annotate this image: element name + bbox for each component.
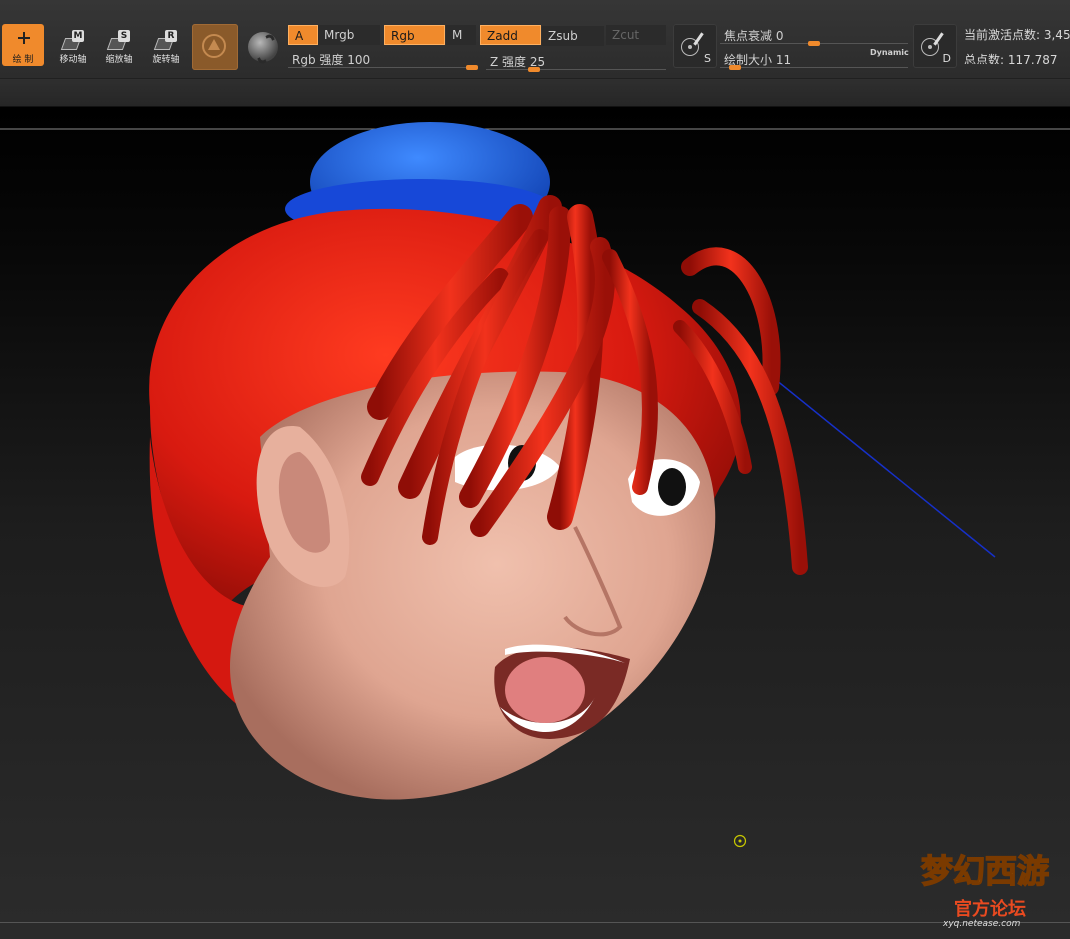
draw-size-knob[interactable]: [729, 65, 741, 70]
material-triangle-icon: [208, 39, 220, 50]
material-button[interactable]: [192, 24, 238, 70]
rgb-intensity-slider[interactable]: Rgb 强度 100: [288, 48, 478, 70]
canvas-viewport[interactable]: 梦幻西游 官方论坛: [0, 107, 1070, 922]
toggle-mrgb[interactable]: Mrgb: [318, 25, 380, 45]
z-intensity-slider[interactable]: Z 强度 25: [486, 50, 666, 72]
rgb-intensity-label: Rgb 强度 100: [292, 53, 371, 67]
bottom-bar: xyq.netease.com: [0, 919, 1070, 939]
rotate-tool-label: 旋转轴: [152, 55, 180, 65]
draw-crosshair-icon: [12, 30, 34, 50]
focal-shift-label: 焦点衰减 0: [724, 29, 784, 43]
watermark-subtitle: 官方论坛: [954, 898, 1026, 920]
sculpt-canvas: 梦幻西游 官方论坛: [0, 122, 1070, 920]
watermark-logo: 梦幻西游 官方论坛: [920, 851, 1050, 920]
rotate-icon: R: [153, 30, 177, 50]
move-tool-button[interactable]: M 移动轴: [50, 24, 96, 70]
toggle-m[interactable]: M: [446, 25, 476, 45]
total-points-count: 总点数: 117,787: [964, 53, 1058, 64]
scale-tool-label: 缩放轴: [105, 55, 133, 65]
toggle-zcut[interactable]: Zcut: [606, 25, 666, 45]
draw-tool-button[interactable]: 绘 制: [2, 24, 44, 66]
stroke-s-button[interactable]: S: [673, 24, 717, 68]
z-intensity-knob[interactable]: [528, 67, 540, 72]
sub-toolbar: [0, 79, 1070, 107]
mouth-mesh: [494, 644, 630, 739]
watermark-title: 梦幻西游: [921, 852, 1049, 890]
scale-icon: S: [106, 30, 130, 50]
focal-shift-slider[interactable]: 焦点衰减 0: [720, 24, 908, 46]
top-toolbar: 绘 制 M 移动轴 S 缩放轴 R 旋转轴 A Mrgb Rgb M Zadd …: [0, 0, 1070, 79]
focal-shift-knob[interactable]: [808, 41, 820, 46]
move-tool-label: 移动轴: [59, 55, 87, 65]
scale-tool-button[interactable]: S 缩放轴: [96, 24, 142, 70]
watermark-url: xyq.netease.com: [943, 919, 1021, 929]
rotate-tool-button[interactable]: R 旋转轴: [143, 24, 189, 70]
rgb-intensity-knob[interactable]: [466, 65, 478, 70]
dynamic-toggle[interactable]: Dynamic: [870, 48, 909, 57]
stroke-d-button[interactable]: D: [913, 24, 957, 68]
toggle-zadd[interactable]: Zadd: [480, 25, 541, 45]
alpha-button[interactable]: [246, 28, 280, 66]
toggle-rgb[interactable]: Rgb: [384, 25, 445, 45]
toggle-a[interactable]: A: [288, 25, 318, 45]
draw-tool-label: 绘 制: [12, 55, 34, 65]
active-points-count: 当前激活点数: 3,458: [964, 28, 1070, 42]
toggle-zsub[interactable]: Zsub: [542, 26, 604, 46]
move-icon: M: [60, 30, 84, 50]
points-readout: 当前激活点数: 3,458 总点数: 117,787: [964, 24, 1070, 64]
